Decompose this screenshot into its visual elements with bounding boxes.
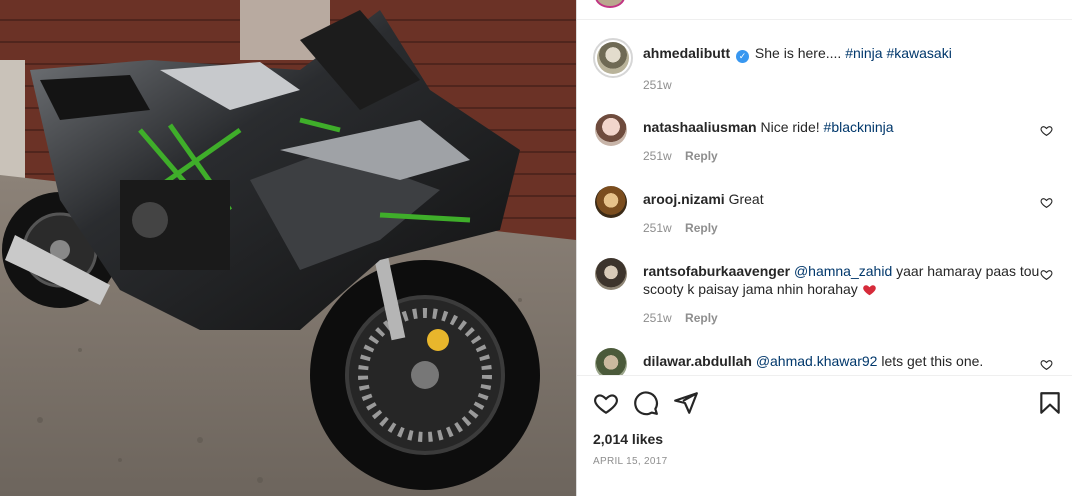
reply-button[interactable]: Reply [685, 311, 718, 325]
commenter-avatar[interactable] [595, 186, 627, 218]
hashtag[interactable]: #kawasaki [886, 45, 951, 61]
commenter-avatar[interactable] [595, 114, 627, 146]
comment-username[interactable]: natashaaliusman [643, 119, 757, 135]
comment-item: rantsofaburkaavenger @hamna_zahid yaar h… [595, 258, 1065, 338]
caption: ahmedalibutt ✓ She is here.... #ninja #k… [593, 38, 1065, 100]
post-image[interactable] [0, 0, 576, 496]
verified-icon: ✓ [736, 50, 750, 63]
comment-icon[interactable] [633, 390, 659, 416]
heart-icon[interactable] [1040, 268, 1053, 281]
comment-username[interactable]: arooj.nizami [643, 191, 725, 207]
comment-body: lets get this one. [881, 353, 984, 369]
action-bar: 2,014 likes APRIL 15, 2017 [577, 375, 1072, 496]
heart-icon[interactable] [1040, 124, 1053, 137]
heart-icon[interactable] [593, 390, 619, 416]
post-date: APRIL 15, 2017 [593, 456, 668, 467]
author-avatar[interactable] [593, 38, 633, 78]
motorcycle-photo [0, 0, 576, 496]
caption-body: She is here.... [754, 45, 842, 61]
caption-text: ahmedalibutt ✓ She is here.... #ninja #k… [643, 44, 1043, 63]
red-heart-icon [862, 285, 876, 296]
mention-link[interactable]: @ahmad.khawar92 [756, 353, 878, 369]
bookmark-icon[interactable] [1037, 390, 1063, 416]
author-username[interactable]: ahmedalibutt [643, 45, 730, 61]
comment-time[interactable]: 251w [643, 311, 672, 325]
likes-count[interactable]: 2,014 likes [593, 431, 663, 447]
comment-meta: 251w Reply [643, 221, 718, 235]
avatar[interactable] [595, 0, 625, 8]
comment-time[interactable]: 251w [643, 149, 672, 163]
post-side-panel: ahmedalibutt ✓ She is here.... #ninja #k… [576, 0, 1072, 496]
comment-username[interactable]: rantsofaburkaavenger [643, 263, 790, 279]
reply-button[interactable]: Reply [685, 149, 718, 163]
heart-icon[interactable] [1040, 196, 1053, 209]
comment-text: natashaaliusman Nice ride! #blackninja [643, 118, 1043, 136]
comment-item: dilawar.abdullah @ahmad.khawar92 lets ge… [595, 348, 1065, 375]
send-icon[interactable] [673, 390, 699, 416]
comment-meta: 251w Reply [643, 311, 718, 325]
reply-button[interactable]: Reply [685, 221, 718, 235]
comment-meta: 251w Reply [643, 149, 718, 163]
comment-text: arooj.nizami Great [643, 190, 1043, 208]
comment-body: Great [728, 191, 764, 207]
comments-section[interactable]: ahmedalibutt ✓ She is here.... #ninja #k… [577, 20, 1072, 375]
comment-time[interactable]: 251w [643, 221, 672, 235]
comment-text: dilawar.abdullah @ahmad.khawar92 lets ge… [643, 352, 1043, 370]
comment-body: Nice ride! [760, 119, 820, 135]
hashtag[interactable]: #ninja [845, 45, 882, 61]
commenter-avatar[interactable] [595, 348, 627, 375]
top-strip [577, 0, 1072, 20]
comment-text: rantsofaburkaavenger @hamna_zahid yaar h… [643, 262, 1043, 298]
comment-username[interactable]: dilawar.abdullah [643, 353, 752, 369]
comment-item: natashaaliusman Nice ride! #blackninja 2… [595, 114, 1065, 174]
commenter-avatar[interactable] [595, 258, 627, 290]
hashtag[interactable]: #blackninja [824, 119, 894, 135]
mention-link[interactable]: @hamna_zahid [794, 263, 892, 279]
heart-icon[interactable] [1040, 358, 1053, 371]
comment-item: arooj.nizami Great 251w Reply [595, 186, 1065, 246]
caption-time[interactable]: 251w [643, 78, 672, 92]
